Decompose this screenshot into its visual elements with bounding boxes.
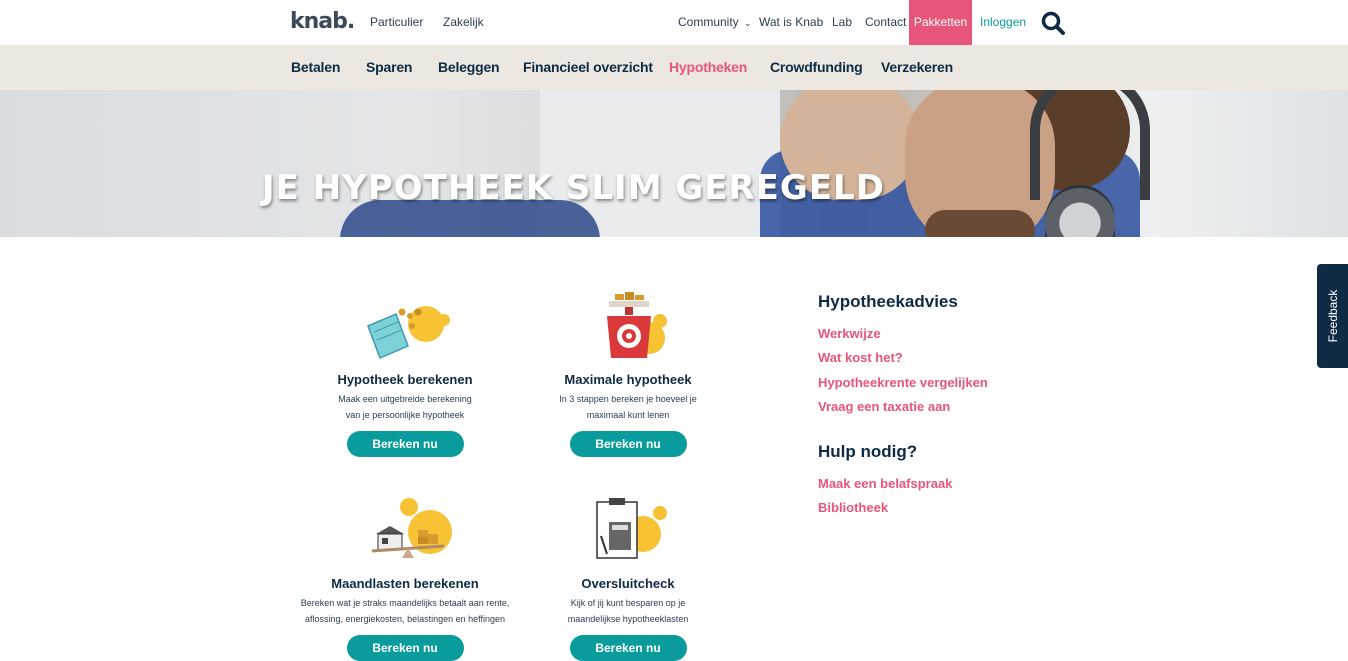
link-contact[interactable]: Contact	[865, 15, 906, 29]
bereken-nu-button[interactable]: Bereken nu	[569, 431, 687, 457]
card-hypotheek-berekenen: Hypotheek berekenen Maak een uitgebreide…	[290, 292, 520, 457]
knab-logo[interactable]: knab.	[290, 9, 355, 34]
hero-banner: JE HYPOTHEEK SLIM GEREGELD	[0, 90, 1348, 237]
hero-title: JE HYPOTHEEK SLIM GEREGELD	[262, 168, 885, 208]
hulp-nodig-title: Hulp nodig?	[818, 442, 918, 461]
card-title: Hypotheek berekenen	[337, 372, 473, 387]
card-description-line2: aflossing, energiekosten, belastingen en…	[305, 614, 505, 624]
card-description-line1: Bereken wat je straks maandelijks betaal…	[300, 598, 510, 608]
link-wat-is-knab[interactable]: Wat is Knab	[759, 15, 823, 29]
nav-crowdfunding[interactable]: Crowdfunding	[770, 59, 863, 75]
top-bar: knab. Particulier Zakelijk Community ⌄ W…	[0, 0, 1348, 45]
card-title: Oversluitcheck	[581, 576, 675, 591]
card-description-line2: maandelijkse hypotheeklasten	[567, 614, 689, 624]
card-description: Bereken wat je straks maandelijks betaal…	[290, 595, 520, 627]
main-nav: Betalen Sparen Beleggen Financieel overz…	[0, 45, 1348, 90]
calculator-money-icon	[290, 292, 520, 372]
house-coins-seesaw-icon	[290, 496, 520, 576]
card-description: Kijk of jij kunt besparen op je maandeli…	[513, 595, 743, 627]
bereken-nu-button[interactable]: Bereken nu	[569, 635, 687, 661]
link-bibliotheek[interactable]: Bibliotheek	[818, 500, 888, 515]
nav-hypotheken[interactable]: Hypotheken	[669, 59, 747, 75]
card-maandlasten-berekenen: Maandlasten berekenen Bereken wat je str…	[290, 496, 520, 661]
card-description-line1: Kijk of jij kunt besparen op je	[570, 598, 686, 608]
card-description-line1: In 3 stappen bereken je hoeveel je	[559, 394, 697, 404]
hypotheekadvies-title: Hypotheekadvies	[818, 292, 958, 311]
hero-beard	[925, 210, 1035, 237]
link-lab[interactable]: Lab	[832, 15, 852, 29]
feedback-tab[interactable]: Feedback	[1317, 264, 1348, 368]
pakketten-button[interactable]: Pakketten	[909, 0, 972, 45]
card-description: In 3 stappen bereken je hoeveel je maxim…	[513, 391, 743, 423]
link-zakelijk[interactable]: Zakelijk	[443, 15, 484, 29]
card-description-line1: Maak een uitgebreide berekening	[338, 394, 472, 404]
nav-beleggen[interactable]: Beleggen	[438, 59, 500, 75]
bereken-nu-button[interactable]: Bereken nu	[346, 431, 464, 457]
link-wat-kost-het[interactable]: Wat kost het?	[818, 350, 903, 365]
nav-verzekeren[interactable]: Verzekeren	[881, 59, 953, 75]
link-particulier[interactable]: Particulier	[370, 15, 423, 29]
scale-coins-icon	[513, 292, 743, 372]
inloggen-link[interactable]: Inloggen	[980, 15, 1026, 29]
nav-financieel-overzicht[interactable]: Financieel overzicht	[523, 59, 653, 75]
card-title: Maandlasten berekenen	[331, 576, 479, 591]
nav-betalen[interactable]: Betalen	[291, 59, 340, 75]
link-taxatie[interactable]: Vraag een taxatie aan	[818, 399, 950, 414]
active-nav-caret	[697, 84, 709, 90]
chevron-down-icon: ⌄	[744, 18, 752, 28]
card-oversluitcheck: Oversluitcheck Kijk of jij kunt besparen…	[513, 496, 743, 661]
clipboard-calculator-icon	[513, 496, 743, 576]
search-icon[interactable]	[1040, 10, 1066, 36]
headphone-band	[1030, 90, 1150, 200]
link-belafspraak[interactable]: Maak een belafspraak	[818, 476, 952, 491]
bereken-nu-button[interactable]: Bereken nu	[346, 635, 464, 661]
community-label: Community	[678, 15, 739, 29]
card-description-line2: maximaal kunt lenen	[586, 410, 670, 420]
card-description: Maak een uitgebreide berekening van je p…	[290, 391, 520, 423]
nav-sparen[interactable]: Sparen	[366, 59, 412, 75]
feedback-label: Feedback	[1325, 289, 1340, 343]
link-hypotheekrente-vergelijken[interactable]: Hypotheekrente vergelijken	[818, 375, 988, 390]
menu-community[interactable]: Community ⌄	[678, 15, 752, 29]
card-title: Maximale hypotheek	[564, 372, 692, 387]
link-werkwijze[interactable]: Werkwijze	[818, 326, 881, 341]
card-description-line2: van je persoonlijke hypotheek	[345, 410, 465, 420]
card-maximale-hypotheek: Maximale hypotheek In 3 stappen bereken …	[513, 292, 743, 457]
